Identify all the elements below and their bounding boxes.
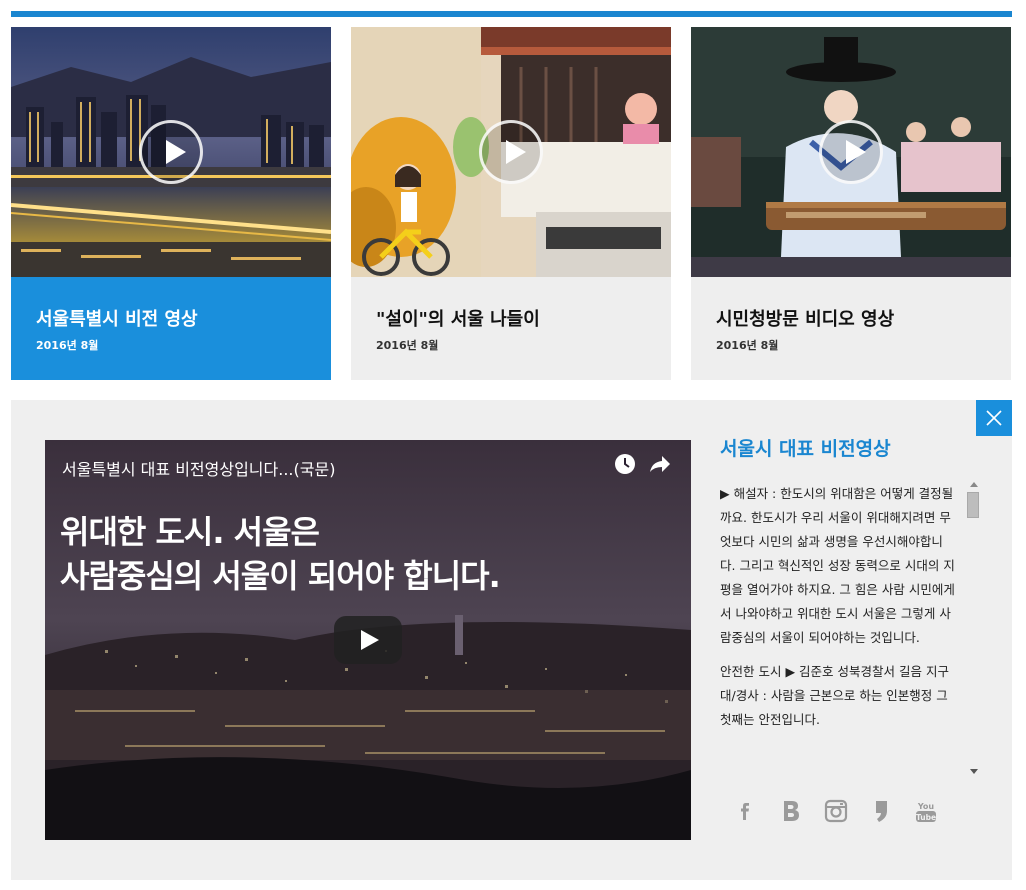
close-button[interactable] bbox=[976, 400, 1012, 436]
video-headline: 위대한 도시. 서울은 사람중심의 서울이 되어야 합니다. bbox=[60, 510, 501, 598]
play-icon[interactable] bbox=[479, 120, 543, 184]
scroll-up-icon[interactable] bbox=[970, 482, 978, 487]
video-card-3[interactable]: 시민청방문 비디오 영상 2016년 8월 bbox=[691, 27, 1011, 380]
video-thumbnail-1[interactable] bbox=[11, 27, 331, 277]
video-card-list: 서울특별시 비전 영상 2016년 8월 "설이"의 서울 나들이 2016년 … bbox=[11, 27, 1012, 380]
play-icon[interactable] bbox=[819, 120, 883, 184]
top-accent-bar bbox=[11, 11, 1012, 17]
card-date: 2016년 8월 bbox=[36, 339, 99, 352]
svg-text:Tube: Tube bbox=[916, 813, 936, 822]
scroll-down-icon[interactable] bbox=[970, 769, 978, 774]
card-date: 2016년 8월 bbox=[716, 339, 779, 352]
video-card-1[interactable]: 서울특별시 비전 영상 2016년 8월 bbox=[11, 27, 331, 380]
video-detail-panel: 서울특별시 대표 비전영상입니다...(국문) 위대한 도시. 서울은 사람중심… bbox=[11, 400, 1012, 880]
video-thumbnail-3[interactable] bbox=[691, 27, 1011, 277]
description-scroll-area[interactable]: ▶ 해설자 : 한도시의 위대함은 어떻게 결정될까요. 한도시가 우리 서울이… bbox=[720, 482, 982, 778]
card-title[interactable]: "설이"의 서울 나들이 bbox=[376, 305, 540, 331]
video-card-2[interactable]: "설이"의 서울 나들이 2016년 8월 bbox=[351, 27, 671, 380]
headline-line-2: 사람중심의 서울이 되어야 합니다. bbox=[60, 557, 501, 595]
card-date: 2016년 8월 bbox=[376, 339, 439, 352]
blog-icon[interactable] bbox=[778, 798, 804, 824]
social-share-bar: You Tube bbox=[733, 798, 953, 826]
close-icon bbox=[986, 410, 1002, 426]
description-paragraph-2: 안전한 도시 ▶ 김준호 성북경찰서 길음 지구대/경사 : 사람을 근본으로 … bbox=[720, 664, 949, 727]
video-description: 서울시 대표 비전영상 ▶ 해설자 : 한도시의 위대함은 어떻게 결정될까요.… bbox=[720, 434, 982, 774]
instagram-icon[interactable] bbox=[823, 798, 849, 824]
card-title[interactable]: 서울특별시 비전 영상 bbox=[36, 305, 198, 331]
description-paragraph-1: ▶ 해설자 : 한도시의 위대함은 어떻게 결정될까요. 한도시가 우리 서울이… bbox=[720, 486, 955, 645]
kakaostory-icon[interactable] bbox=[868, 798, 894, 824]
youtube-play-icon[interactable] bbox=[334, 616, 402, 664]
video-player[interactable]: 서울특별시 대표 비전영상입니다...(국문) 위대한 도시. 서울은 사람중심… bbox=[45, 440, 691, 840]
video-title[interactable]: 서울특별시 대표 비전영상입니다...(국문) bbox=[62, 456, 335, 480]
scrollbar-thumb[interactable] bbox=[967, 492, 979, 518]
share-icon[interactable] bbox=[649, 454, 671, 474]
clock-icon[interactable] bbox=[614, 453, 636, 475]
facebook-icon[interactable] bbox=[733, 798, 759, 824]
svg-text:You: You bbox=[917, 802, 935, 811]
card-title[interactable]: 시민청방문 비디오 영상 bbox=[716, 305, 894, 331]
play-icon[interactable] bbox=[139, 120, 203, 184]
headline-line-1: 위대한 도시. 서울은 bbox=[60, 513, 320, 551]
description-scrollbar[interactable] bbox=[967, 480, 981, 780]
youtube-icon[interactable]: You Tube bbox=[913, 798, 939, 824]
description-title: 서울시 대표 비전영상 bbox=[720, 438, 891, 460]
video-thumbnail-2[interactable] bbox=[351, 27, 671, 277]
